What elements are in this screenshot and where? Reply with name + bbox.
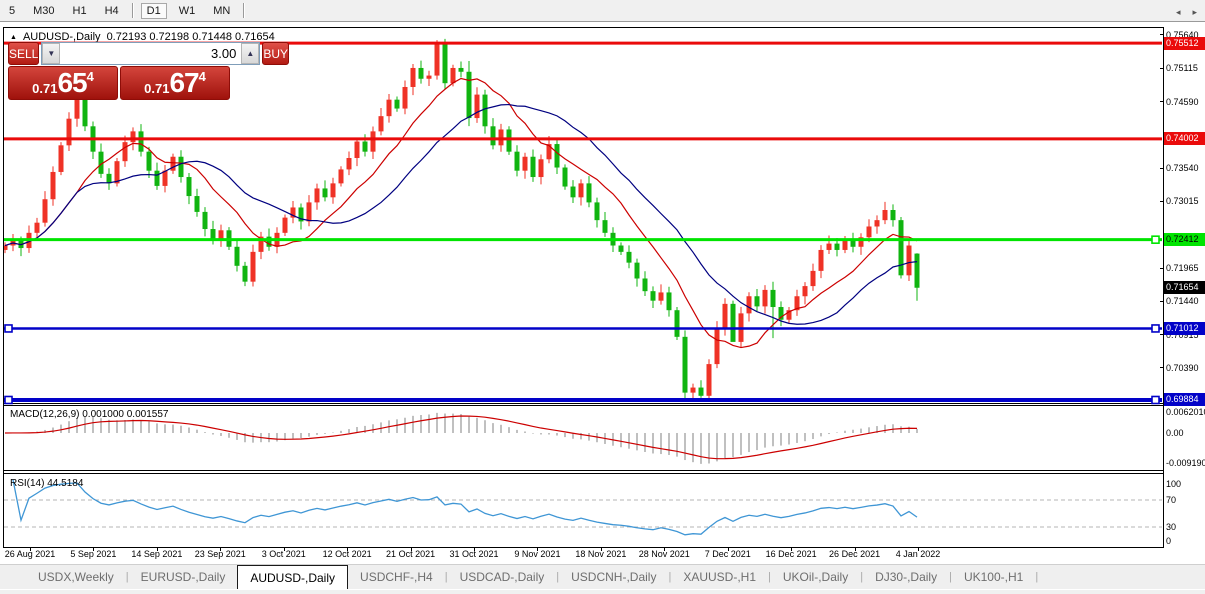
volume-up-icon[interactable]: ▲ [241, 43, 259, 64]
price-badge: 0.69884 [1164, 393, 1205, 406]
date-label: 26 Dec 2021 [829, 549, 880, 559]
date-label: 7 Dec 2021 [705, 549, 751, 559]
sell-button[interactable]: SELL [8, 42, 39, 65]
price-axis: 0.756400.751150.745900.735400.730150.719… [1164, 27, 1205, 548]
sell-price-prefix: 0.71 [32, 81, 57, 96]
price-badge: 0.71654 [1164, 281, 1205, 294]
rsi-axis-label: 100 [1166, 479, 1181, 489]
price-badge: 0.74002 [1164, 132, 1205, 145]
axis-tick-mark [1160, 68, 1164, 69]
date-label: 4 Jan 2022 [896, 549, 941, 559]
macd-indicator-label: MACD(12,26,9) 0.001000 0.001557 [10, 409, 168, 420]
macd-axis-label: 0.0062010 [1166, 407, 1205, 417]
date-label: 23 Sep 2021 [195, 549, 246, 559]
rsi-axis-label: 0 [1166, 536, 1171, 546]
tab-audusd-daily[interactable]: AUDUSD-,Daily [237, 565, 348, 589]
macd-axis-label: 0.00 [1166, 428, 1184, 438]
date-label: 3 Oct 2021 [262, 549, 306, 559]
buy-price-pip: 4 [199, 69, 206, 84]
one-click-trade-panel: SELL ▼ ▲ BUY 0.71654 0.71674 [8, 42, 230, 100]
price-tick-label: 0.71440 [1166, 296, 1199, 306]
axis-tick-mark [1160, 268, 1164, 269]
axis-tick-mark [1160, 367, 1164, 368]
date-label: 5 Sep 2021 [70, 549, 116, 559]
buy-price-prefix: 0.71 [144, 81, 169, 96]
date-label: 14 Sep 2021 [131, 549, 182, 559]
axis-tick-mark [1160, 168, 1164, 169]
macd-axis-label: -0.0091900 [1166, 458, 1205, 468]
axis-tick-mark [1160, 201, 1164, 202]
price-level-line[interactable] [4, 396, 1162, 403]
volume-input[interactable] [60, 43, 241, 64]
price-badge: 0.71012 [1164, 322, 1205, 335]
date-label: 18 Nov 2021 [575, 549, 626, 559]
rsi-axis-label: 30 [1166, 522, 1176, 532]
volume-down-icon[interactable]: ▼ [42, 43, 60, 64]
date-label: 31 Oct 2021 [449, 549, 498, 559]
collapse-panel-icon[interactable]: ▲ [10, 34, 17, 41]
sell-price-pip: 4 [87, 69, 94, 84]
price-tick-label: 0.73540 [1166, 163, 1199, 173]
price-tick-label: 0.73015 [1166, 196, 1199, 206]
date-axis: 26 Aug 2021 5 Sep 2021 14 Sep 2021 23 Sep 2… [0, 549, 1205, 563]
sell-price-main: 65 [57, 70, 86, 96]
price-level-line[interactable] [4, 236, 1162, 243]
date-label: 28 Nov 2021 [639, 549, 690, 559]
date-label: 12 Oct 2021 [323, 549, 372, 559]
date-label: 21 Oct 2021 [386, 549, 435, 559]
buy-price-main: 67 [169, 70, 198, 96]
buy-price-display[interactable]: 0.71674 [120, 66, 230, 100]
rsi-axis-label: 70 [1166, 495, 1176, 505]
axis-tick-mark [1160, 101, 1164, 102]
price-tick-label: 0.75115 [1166, 63, 1198, 73]
price-badge: 0.72412 [1164, 233, 1205, 246]
price-level-line[interactable] [4, 325, 1162, 332]
axis-tick-mark [1160, 34, 1164, 35]
date-label: 16 Dec 2021 [766, 549, 817, 559]
rsi-indicator-label: RSI(14) 44.5184 [10, 478, 83, 489]
axis-tick-mark [1160, 301, 1164, 302]
sell-price-display[interactable]: 0.71654 [8, 66, 118, 100]
date-label: 26 Aug 2021 [5, 549, 56, 559]
price-tick-label: 0.74590 [1166, 97, 1199, 107]
price-badge: 0.75512 [1164, 37, 1205, 50]
price-tick-label: 0.71965 [1166, 263, 1199, 273]
volume-stepper: ▼ ▲ [41, 42, 260, 65]
price-tick-label: 0.70390 [1166, 363, 1199, 373]
trading-terminal: 5M30H1H4D1W1MN ▲ AUDUSD-,Daily 0.72193 0… [0, 0, 1205, 594]
buy-button[interactable]: BUY [262, 42, 289, 65]
date-label: 9 Nov 2021 [514, 549, 560, 559]
